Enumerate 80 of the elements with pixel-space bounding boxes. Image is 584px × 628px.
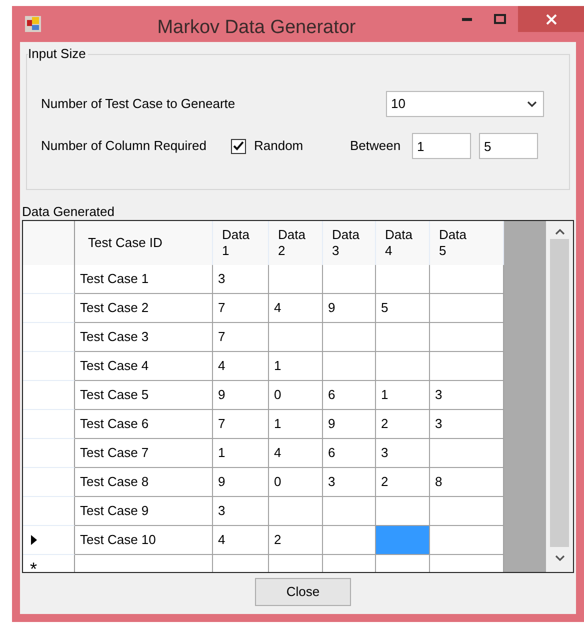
table-cell: 6 xyxy=(323,381,376,410)
scroll-up-icon xyxy=(554,229,564,235)
random-checkbox[interactable] xyxy=(231,138,246,154)
table-cell: 3 xyxy=(430,381,504,410)
table-cell: 3 xyxy=(376,439,430,468)
row-header[interactable] xyxy=(23,497,75,526)
column-header[interactable]: Data 4 xyxy=(376,221,430,265)
scrollbar[interactable] xyxy=(546,221,573,572)
maximize-icon xyxy=(494,14,506,24)
table-cell: 0 xyxy=(269,381,323,410)
table-cell: 4 xyxy=(269,294,323,323)
checkbox-label: Random xyxy=(254,137,304,156)
field-label: Number of Column Required xyxy=(41,137,208,156)
scrollbar-thumb[interactable] xyxy=(550,239,569,547)
row-header[interactable] xyxy=(23,410,75,439)
table-cell: 9 xyxy=(213,468,269,497)
table-cell: 6 xyxy=(323,439,376,468)
table-cell: Test Case 8 xyxy=(75,468,213,497)
window-title: Markov Data Generator xyxy=(156,16,357,40)
table-cell: 1 xyxy=(269,352,323,381)
max-field[interactable]: 5 xyxy=(479,133,538,159)
table-cell: 3 xyxy=(213,497,269,526)
minimize-icon xyxy=(462,18,472,20)
table-cell: 1 xyxy=(376,381,430,410)
close-dialog-button[interactable]: Close xyxy=(255,578,351,606)
table-cell: 2 xyxy=(376,468,430,497)
chevron-down-icon xyxy=(527,101,537,107)
table-cell: 3 xyxy=(323,468,376,497)
table-cell: 4 xyxy=(269,439,323,468)
table-cell: Test Case 6 xyxy=(75,410,213,439)
table-cell: 2 xyxy=(376,410,430,439)
table-cell: 4 xyxy=(213,526,269,555)
table-cell: Test Case 5 xyxy=(75,381,213,410)
row-header[interactable] xyxy=(23,439,75,468)
column-header[interactable]: Test Case ID xyxy=(75,221,213,265)
app-icon xyxy=(25,16,41,32)
column-header[interactable]: Data 3 xyxy=(323,221,376,265)
table-cell: 7 xyxy=(213,323,269,352)
table-cell: 7 xyxy=(213,294,269,323)
table-cell: 5 xyxy=(376,294,430,323)
current-row-icon xyxy=(31,535,37,545)
table-cell: 3 xyxy=(430,410,504,439)
table-cell: 9 xyxy=(323,294,376,323)
table-cell: Test Case 4 xyxy=(75,352,213,381)
table-cell: 1 xyxy=(213,439,269,468)
table-cell: Test Case 2 xyxy=(75,294,213,323)
row-header[interactable] xyxy=(23,381,75,410)
row-header[interactable] xyxy=(23,526,75,555)
table-cell: 2 xyxy=(269,526,323,555)
table-cell: 4 xyxy=(213,352,269,381)
table-cell: Test Case 1 xyxy=(75,265,213,294)
table-cell: 7 xyxy=(213,410,269,439)
table-cell: Test Case 10 xyxy=(75,526,213,555)
test-case-count-dropdown[interactable]: 10 xyxy=(386,91,544,117)
table-cell: 9 xyxy=(323,410,376,439)
table-cell: Test Case 7 xyxy=(75,439,213,468)
table-cell: 8 xyxy=(430,468,504,497)
table-cell: Test Case 9 xyxy=(75,497,213,526)
group-title: Input Size xyxy=(28,46,88,62)
column-header[interactable]: Data 2 xyxy=(269,221,323,265)
field-label: Between xyxy=(350,137,402,156)
column-header[interactable]: Data 1 xyxy=(213,221,269,265)
field-label: Number of Test Case to Genearte xyxy=(41,95,236,114)
table-cell: 0 xyxy=(269,468,323,497)
new-row-header[interactable]: * xyxy=(23,555,75,572)
close-button[interactable] xyxy=(518,6,584,32)
section-title: Data Generated xyxy=(22,204,116,220)
table-cell: 9 xyxy=(213,381,269,410)
close-icon xyxy=(546,14,556,24)
row-header[interactable] xyxy=(23,294,75,323)
table-cell: 3 xyxy=(213,265,269,294)
row-header[interactable] xyxy=(23,265,75,294)
row-header[interactable] xyxy=(23,352,75,381)
row-header[interactable] xyxy=(23,323,75,352)
scroll-down-icon xyxy=(554,555,564,561)
table-cell: 1 xyxy=(269,410,323,439)
table-cell: Test Case 3 xyxy=(75,323,213,352)
column-header[interactable]: Data 5 xyxy=(430,221,504,265)
row-header[interactable] xyxy=(23,468,75,497)
min-field[interactable]: 1 xyxy=(412,133,471,159)
